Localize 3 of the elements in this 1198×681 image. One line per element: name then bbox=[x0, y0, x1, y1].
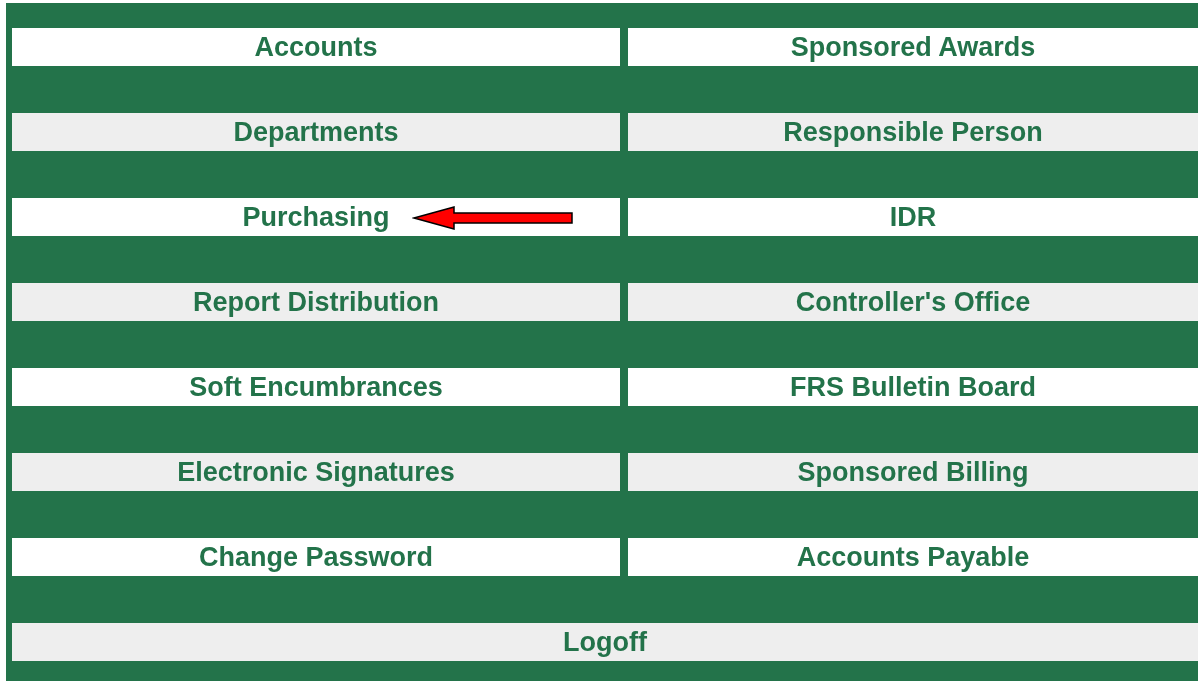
menu-link[interactable]: Accounts bbox=[254, 31, 378, 63]
menu-link[interactable]: IDR bbox=[889, 201, 937, 233]
logoff-link[interactable]: Logoff bbox=[563, 626, 647, 658]
